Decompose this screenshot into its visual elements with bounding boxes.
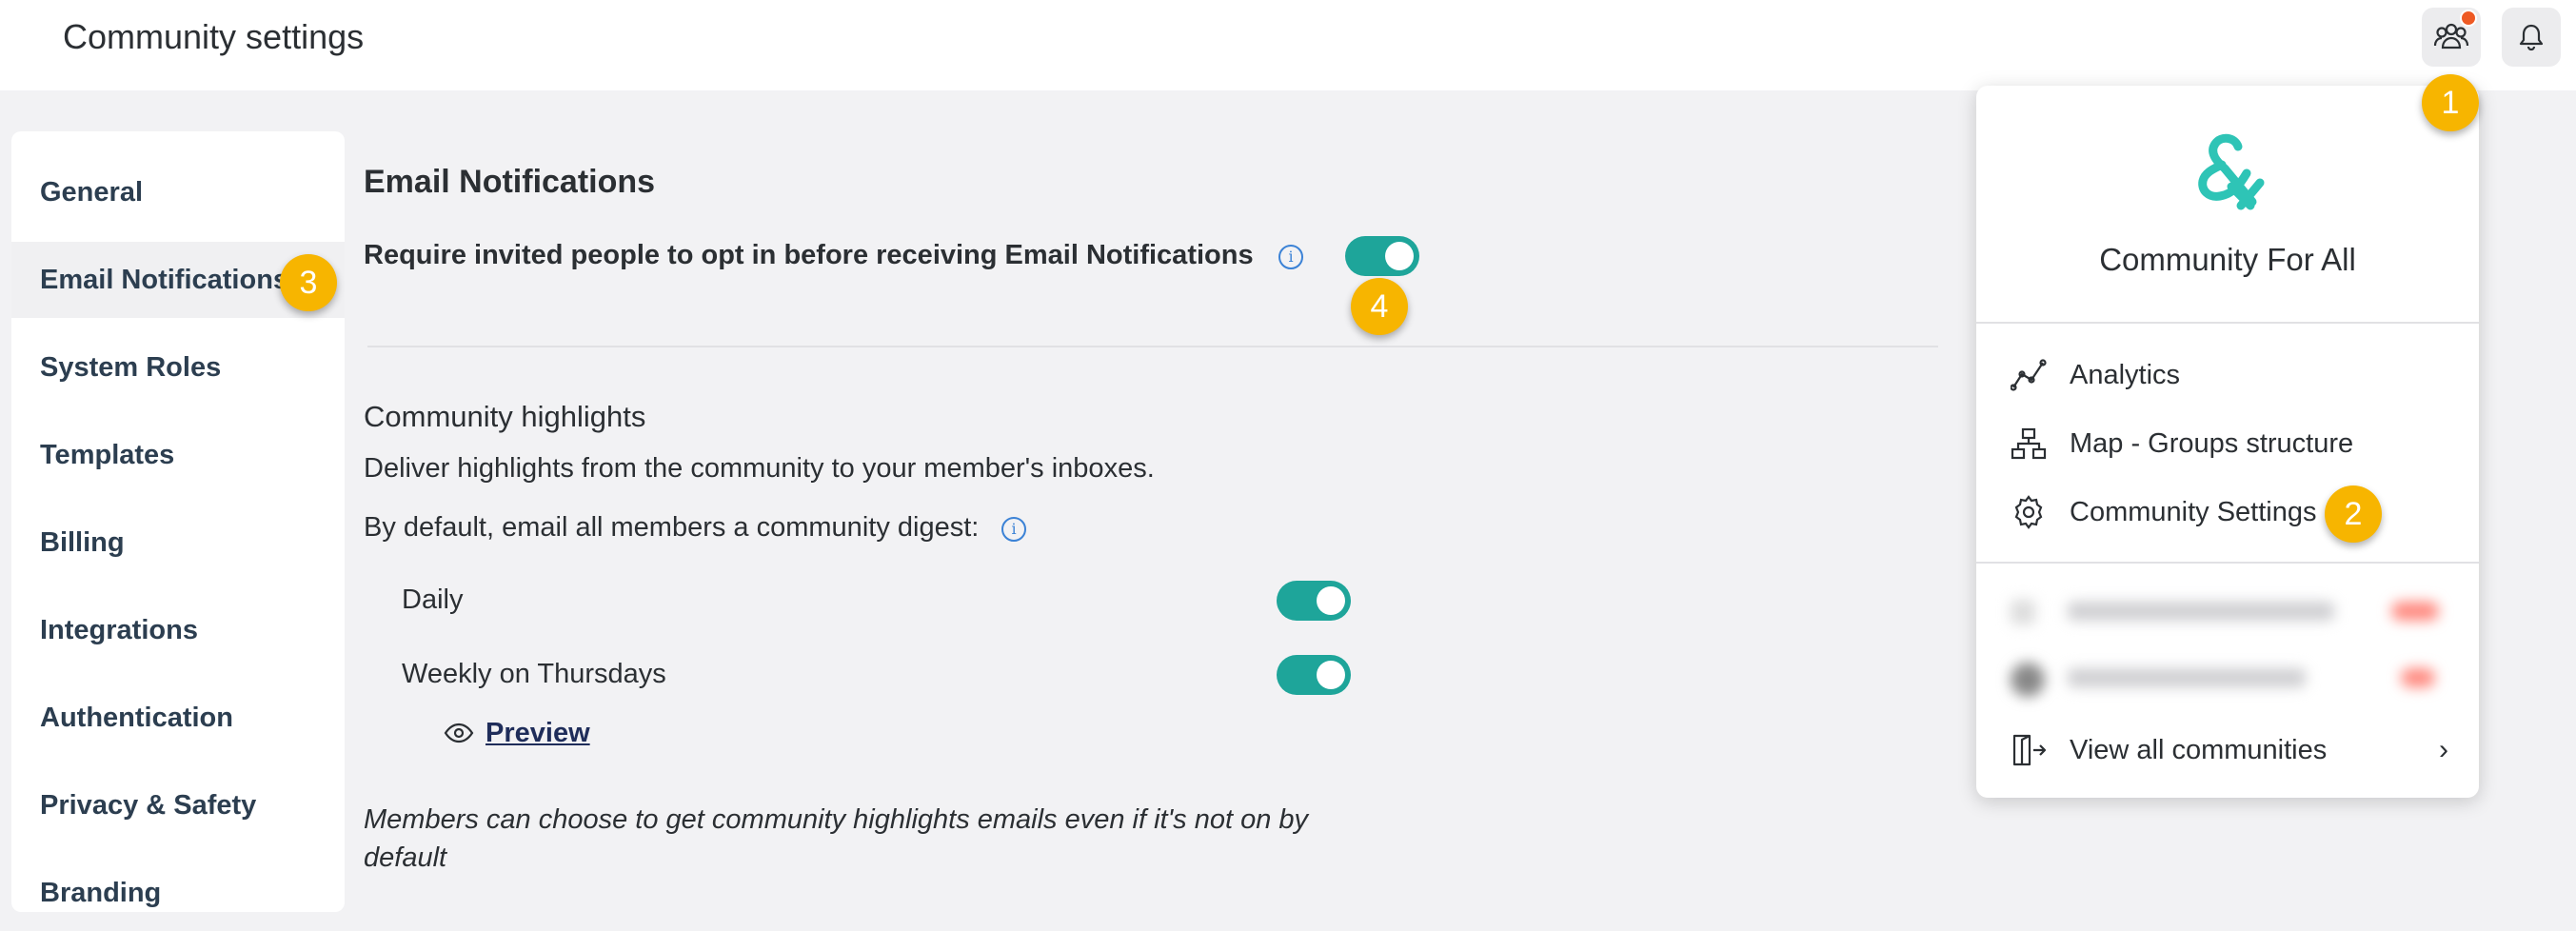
note-line-2: default <box>364 842 447 873</box>
gear-icon <box>2014 495 2043 529</box>
daily-toggle[interactable] <box>1277 581 1351 621</box>
community-logo <box>2198 133 2265 210</box>
opt-in-label: Require invited people to opt in before … <box>364 240 1254 270</box>
settings-sidebar: General Email Notifications System Roles… <box>11 131 345 912</box>
top-bar: Community settings <box>0 0 2576 90</box>
members-icon <box>2433 23 2469 50</box>
notifications-button[interactable] <box>2502 8 2561 67</box>
section-title: Email Notifications <box>364 164 656 200</box>
sidebar-item-privacy-safety[interactable]: Privacy & Safety <box>11 767 345 843</box>
step-badge-1: 1 <box>2422 74 2479 131</box>
menu-item-analytics[interactable]: Analytics <box>2011 347 2180 404</box>
chevron-right-icon: › <box>2439 734 2448 765</box>
toggle-knob <box>1385 242 1414 270</box>
step-badge-3: 3 <box>280 254 337 311</box>
sitemap-icon <box>2011 427 2047 460</box>
exit-door-icon <box>2012 734 2047 766</box>
highlights-title: Community highlights <box>364 400 646 433</box>
community-name: Community For All <box>2099 242 2356 277</box>
menu-item-community-settings[interactable]: Community Settings <box>2011 484 2317 541</box>
daily-label: Daily <box>402 584 464 615</box>
highlights-description: Deliver highlights from the community to… <box>364 453 1155 484</box>
sidebar-item-authentication[interactable]: Authentication <box>11 680 345 756</box>
note-line-1: Members can choose to get community high… <box>364 804 1309 835</box>
weekly-label: Weekly on Thursdays <box>402 659 666 689</box>
divider <box>1976 322 2479 324</box>
digest-default-label: By default, email all members a communit… <box>364 512 980 543</box>
sidebar-item-templates[interactable]: Templates <box>11 417 345 493</box>
menu-item-view-all-communities[interactable]: View all communities › <box>2011 722 2448 779</box>
step-badge-2: 2 <box>2325 485 2382 543</box>
sidebar-item-branding[interactable]: Branding <box>11 855 345 931</box>
blurred-community-item[interactable] <box>2011 659 2448 697</box>
toggle-knob <box>1317 661 1345 689</box>
sidebar-item-system-roles[interactable]: System Roles <box>11 329 345 406</box>
opt-in-toggle[interactable] <box>1345 236 1419 276</box>
bell-icon <box>2519 24 2544 51</box>
communities-menu-button[interactable] <box>2422 8 2481 67</box>
notification-dot <box>2460 10 2477 27</box>
info-icon[interactable]: i <box>1278 245 1303 269</box>
sidebar-item-general[interactable]: General <box>11 154 345 230</box>
communities-dropdown: Community For All Analytics Map - Groups… <box>1976 86 2479 798</box>
weekly-toggle[interactable] <box>1277 655 1351 695</box>
toggle-knob <box>1317 586 1345 615</box>
page-title: Community settings <box>63 17 365 56</box>
sidebar-item-integrations[interactable]: Integrations <box>11 592 345 668</box>
eye-icon <box>444 723 474 743</box>
analytics-icon <box>2011 359 2047 391</box>
menu-item-groups-map[interactable]: Map - Groups structure <box>2011 415 2353 472</box>
step-badge-4: 4 <box>1351 278 1408 335</box>
divider <box>367 346 1938 347</box>
sidebar-item-billing[interactable]: Billing <box>11 505 345 581</box>
preview-link[interactable]: Preview <box>485 718 590 749</box>
divider <box>1976 562 2479 564</box>
blurred-community-item[interactable] <box>2011 592 2448 630</box>
info-icon[interactable]: i <box>1001 517 1026 542</box>
